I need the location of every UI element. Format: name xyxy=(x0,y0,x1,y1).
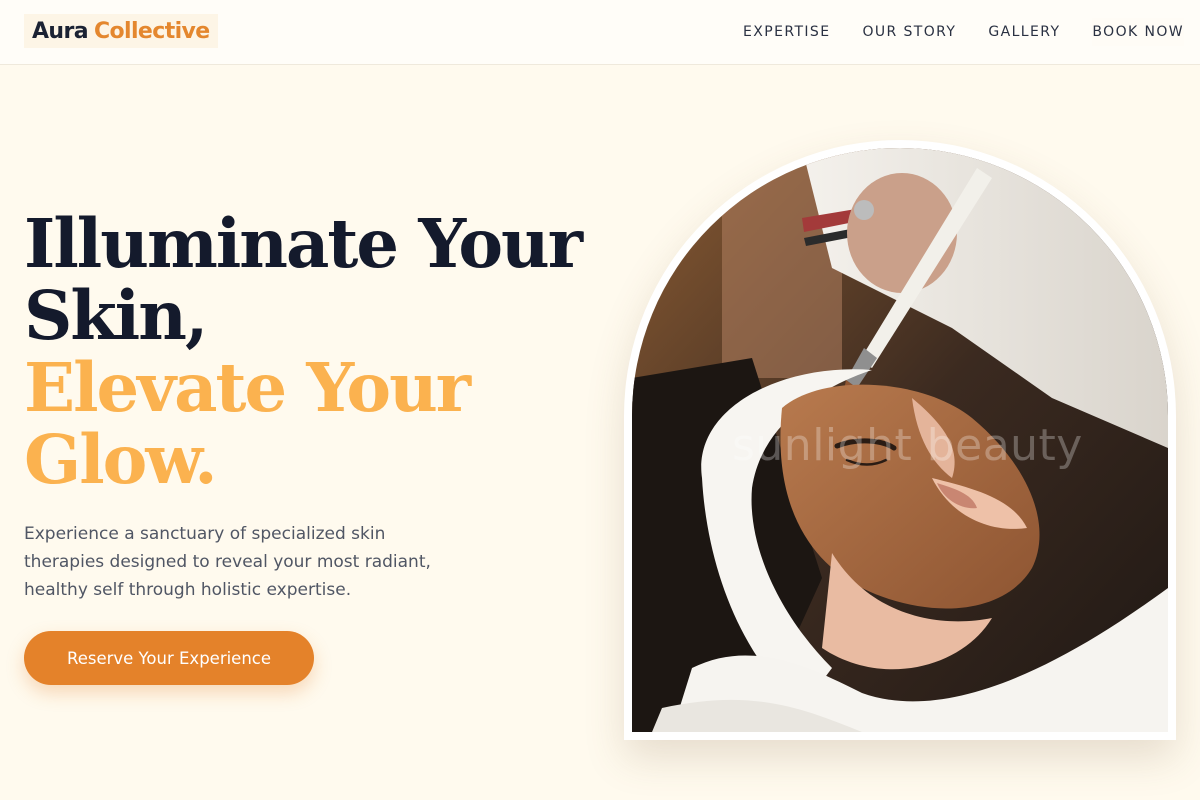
nav-link-our-story[interactable]: OUR STORY xyxy=(862,18,956,46)
nav-link-gallery[interactable]: GALLERY xyxy=(988,18,1060,46)
hero-image xyxy=(632,148,1168,732)
brand-logo[interactable]: Aura Collective xyxy=(24,14,218,48)
headline-line-2: Skin, xyxy=(24,276,208,355)
hero-headline: Illuminate Your Skin, Elevate Your Glow. xyxy=(24,208,604,496)
nav-link-book-now[interactable]: BOOK NOW xyxy=(1092,18,1184,46)
nav-link-expertise[interactable]: EXPERTISE xyxy=(743,18,830,46)
headline-line-1: Illuminate Your xyxy=(24,204,583,283)
reserve-experience-button[interactable]: Reserve Your Experience xyxy=(24,631,314,685)
hero-description: Experience a sanctuary of specialized sk… xyxy=(24,524,431,600)
headline-line-3: Elevate Your xyxy=(24,348,471,427)
main-nav: EXPERTISE OUR STORY GALLERY BOOK NOW xyxy=(743,0,1200,64)
site-header: Aura Collective EXPERTISE OUR STORY GALL… xyxy=(0,0,1200,65)
headline-line-4: Glow. xyxy=(24,420,218,499)
brand-name-part2: Collective xyxy=(93,18,210,44)
brand-name-part1: Aura xyxy=(32,18,89,44)
